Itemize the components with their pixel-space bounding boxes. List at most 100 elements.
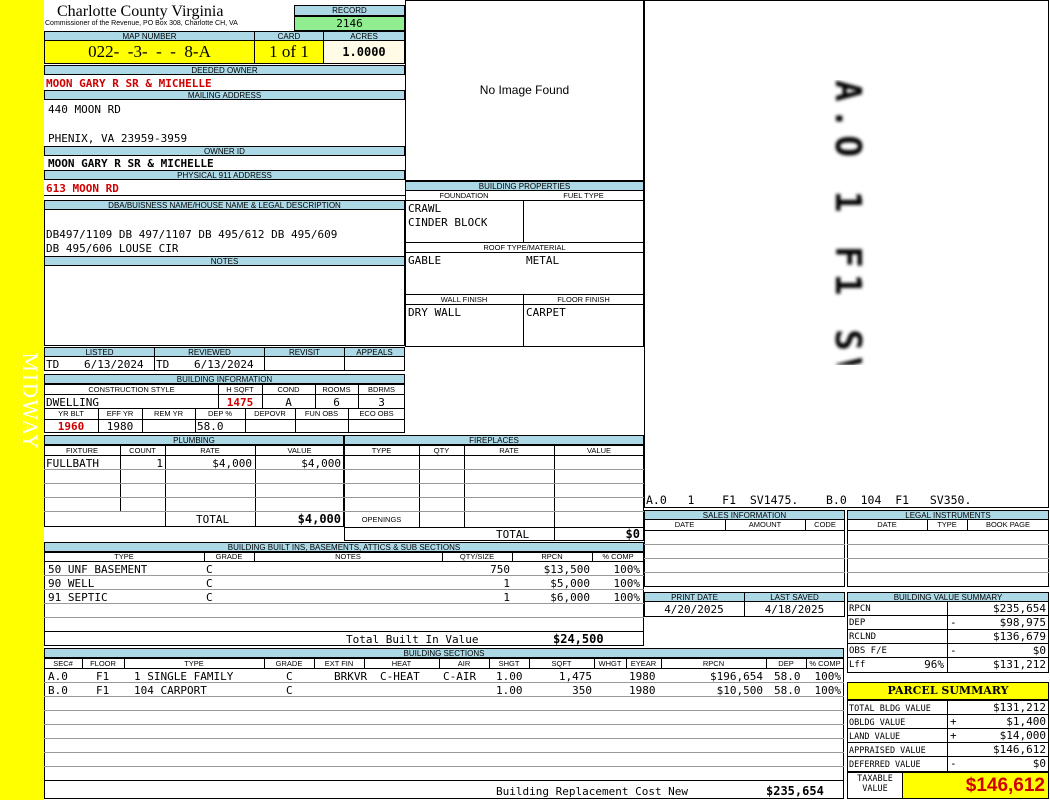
built-ins-label: BUILDING BUILT INS, BASEMENTS, ATTICS & … xyxy=(44,542,644,552)
divider xyxy=(264,356,265,371)
floor-finish-label: FLOOR FINISH xyxy=(557,295,610,304)
parcel-key: APPRAISED VALUE xyxy=(849,746,926,756)
section-grade: C xyxy=(286,670,293,683)
built-in-rpcn: $6,000 xyxy=(550,591,590,604)
built-in-grade: C xyxy=(206,563,213,576)
ecoobs-label: ECO OBS xyxy=(359,409,394,418)
built-in-comp: 100% xyxy=(613,591,641,604)
parcel-key: DEFERRED VALUE xyxy=(849,760,921,770)
summary-percent: 96% xyxy=(924,658,944,671)
section-heat: C-HEAT xyxy=(380,670,420,683)
divider xyxy=(806,658,807,669)
taxable-label-2: VALUE xyxy=(862,784,888,794)
sections-header-dep: DEP xyxy=(778,659,794,668)
sections-header-sqft: SQFT xyxy=(551,659,572,668)
divider xyxy=(44,561,644,562)
roof-type: GABLE xyxy=(408,254,442,267)
yrblt-label: YR BLT xyxy=(58,409,84,418)
divider xyxy=(644,544,845,545)
sketch-barcode-image: A.O 1 F1 SV1475. B.0 104 F1 SV350 xyxy=(648,80,1046,365)
divider xyxy=(644,558,845,559)
legal-line1: DB497/1109 DB 497/1107 DB 495/612 DB 495… xyxy=(46,228,338,241)
parcel-sign: - xyxy=(950,757,957,770)
divider xyxy=(314,658,315,669)
building-info-label: BUILDING INFORMATION xyxy=(44,374,405,384)
sections-header-rpcn: RPCN xyxy=(702,659,725,668)
divider xyxy=(344,469,644,470)
section-type: 104 CARPORT xyxy=(134,684,207,697)
built-in-qty: 750 xyxy=(490,563,510,576)
section-type: 1 SINGLE FAMILY xyxy=(134,670,234,683)
section-rpcn: $196,654 xyxy=(710,670,763,683)
openings-label: OPENINGS xyxy=(361,515,402,524)
summary-sign: - xyxy=(950,644,957,657)
dep-label: DEP % xyxy=(207,409,233,418)
divider xyxy=(847,572,1049,573)
legal-header-date: DATE xyxy=(877,520,897,529)
section-shgt: 1.00 xyxy=(496,670,523,683)
wall-finish: DRY WALL xyxy=(408,306,461,319)
built-ins-header-grade: GRADE xyxy=(215,552,243,561)
plumbing-header-fixture: FIXTURE xyxy=(65,446,99,455)
plumbing-label: PLUMBING xyxy=(44,435,344,445)
foundation-2: CINDER BLOCK xyxy=(408,216,488,229)
construction-style-label: CONSTRUCTION STYLE xyxy=(88,385,175,394)
cond-label: COND xyxy=(277,385,300,394)
map-number: 022- -3- - - 8-A xyxy=(44,40,255,64)
sections-header-sec: SEC# xyxy=(53,659,73,668)
summary-key: Lff xyxy=(849,660,866,670)
divider xyxy=(529,658,530,669)
listed-by: TD xyxy=(46,358,60,371)
reviewed-by: TD xyxy=(156,358,170,371)
divider xyxy=(142,408,143,433)
divider xyxy=(264,658,265,669)
divider xyxy=(847,544,1049,545)
divider xyxy=(439,658,440,669)
mailing-address-label: MAILING ADDRESS xyxy=(44,90,405,100)
divider xyxy=(82,658,83,669)
plumbing-fixture: FULLBATH xyxy=(46,457,99,470)
sections-header-heat: HEAT xyxy=(391,659,412,668)
divider xyxy=(464,445,465,527)
parcel-key: LAND VALUE xyxy=(849,732,901,742)
divider xyxy=(344,511,644,512)
section-shgt: 1.00 xyxy=(496,684,523,697)
fireplace-total-label: TOTAL xyxy=(496,528,530,541)
divider xyxy=(44,766,844,767)
plumbing-count: 1 xyxy=(156,457,163,470)
divider xyxy=(44,668,844,669)
divider xyxy=(344,497,644,498)
divider xyxy=(44,617,644,618)
divider xyxy=(644,572,845,573)
district-label: MIDWAY xyxy=(18,352,42,449)
parcel-sign: + xyxy=(950,729,957,742)
divider xyxy=(805,519,806,530)
fireplaces-label: FIREPLACES xyxy=(344,435,644,445)
legal-label: DBA/BUISNESS NAME/HOUSE NAME & LEGAL DES… xyxy=(44,200,405,210)
plumbing-header-count: COUNT xyxy=(129,446,156,455)
map-number-text: 022- -3- - - 8-A xyxy=(88,42,211,61)
section-sec: B.0 xyxy=(48,684,68,697)
divider xyxy=(847,530,1049,531)
divider xyxy=(44,497,344,498)
year-built: 1960 xyxy=(57,420,85,433)
divider xyxy=(344,455,644,456)
fireplace-total: $0 xyxy=(625,528,640,541)
summary-key: RCLND xyxy=(849,632,877,642)
parcel-value: $1,400 xyxy=(1006,715,1046,728)
divider xyxy=(44,752,844,753)
divider xyxy=(44,195,405,196)
built-in-rpcn: $5,000 xyxy=(550,577,590,590)
section-sec: A.0 xyxy=(48,670,68,683)
parcel-sign: + xyxy=(950,715,957,728)
summary-value: $235,654 xyxy=(993,602,1046,615)
mailing-line2: PHENIX, VA 23959-3959 xyxy=(48,132,188,145)
fireplace-header-value: VALUE xyxy=(586,446,612,455)
sections-header-grade: GRADE xyxy=(275,659,303,668)
reviewed-date: 6/13/2024 xyxy=(194,358,254,371)
section-extfin: BRKVR xyxy=(334,670,368,683)
card-number: 1 of 1 xyxy=(254,40,324,64)
divider xyxy=(44,511,344,512)
legal-header-type: TYPE xyxy=(937,520,957,529)
divider xyxy=(154,356,155,371)
